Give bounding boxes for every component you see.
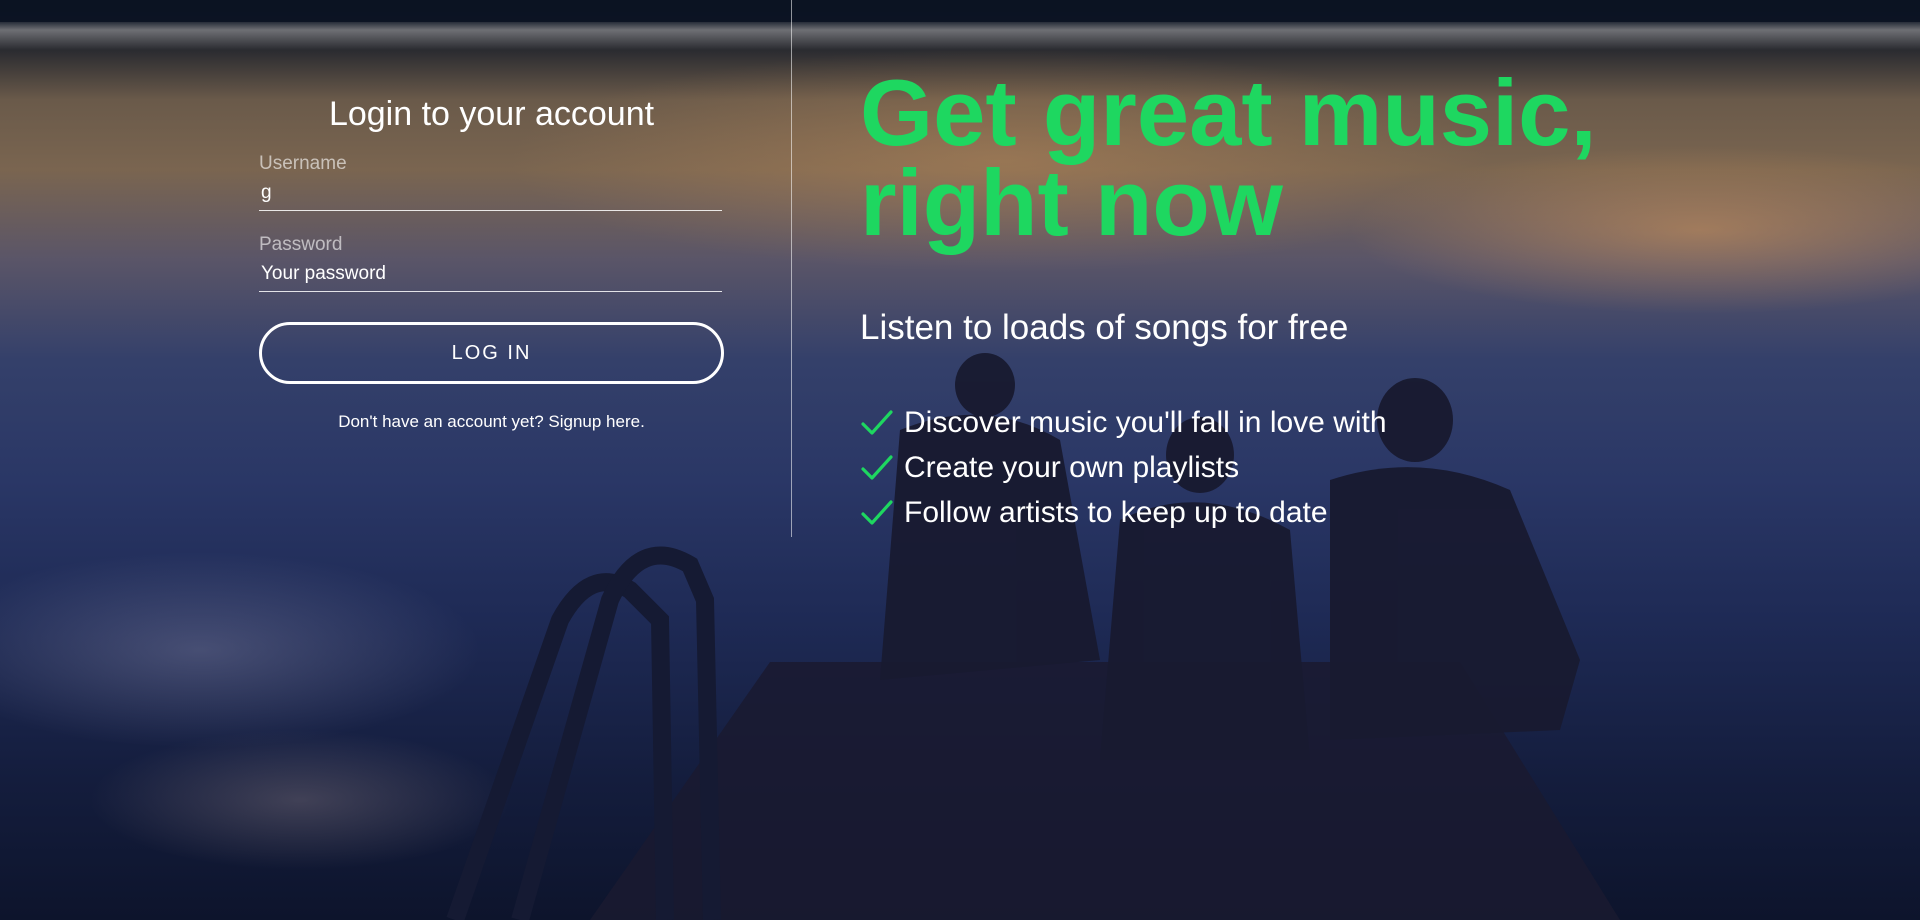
signup-link[interactable]: Don't have an account yet? Signup here. [338,412,645,431]
feature-item: Discover music you'll fall in love with [860,400,1860,445]
promo-headline: Get great music, right now [860,66,1860,250]
login-form: Login to your account Username Password … [259,90,724,432]
feature-text: Create your own playlists [904,450,1240,484]
feature-text: Follow artists to keep up to date [904,495,1328,529]
feature-item: Follow artists to keep up to date [860,490,1860,535]
password-input[interactable] [259,257,722,292]
feature-list: Discover music you'll fall in love with … [860,400,1860,535]
feature-item: Create your own playlists [860,445,1860,490]
panel-divider [791,0,792,537]
password-field: Password [259,233,724,292]
login-title: Login to your account [328,95,655,133]
login-button[interactable]: LOG IN [259,322,724,384]
check-icon [861,454,893,480]
promo-headline-line2: right now [860,150,1283,255]
username-label: Username [259,153,347,174]
promo-section: Get great music, right now Listen to loa… [860,66,1860,535]
signup-row: Don't have an account yet? Signup here. [259,412,724,432]
password-label: Password [259,234,343,255]
promo-subtitle: Listen to loads of songs for free [860,308,1349,347]
username-field: Username [259,152,724,211]
check-icon [861,499,893,525]
username-input[interactable] [259,176,722,211]
feature-text: Discover music you'll fall in love with [904,405,1387,439]
check-icon [861,409,893,435]
